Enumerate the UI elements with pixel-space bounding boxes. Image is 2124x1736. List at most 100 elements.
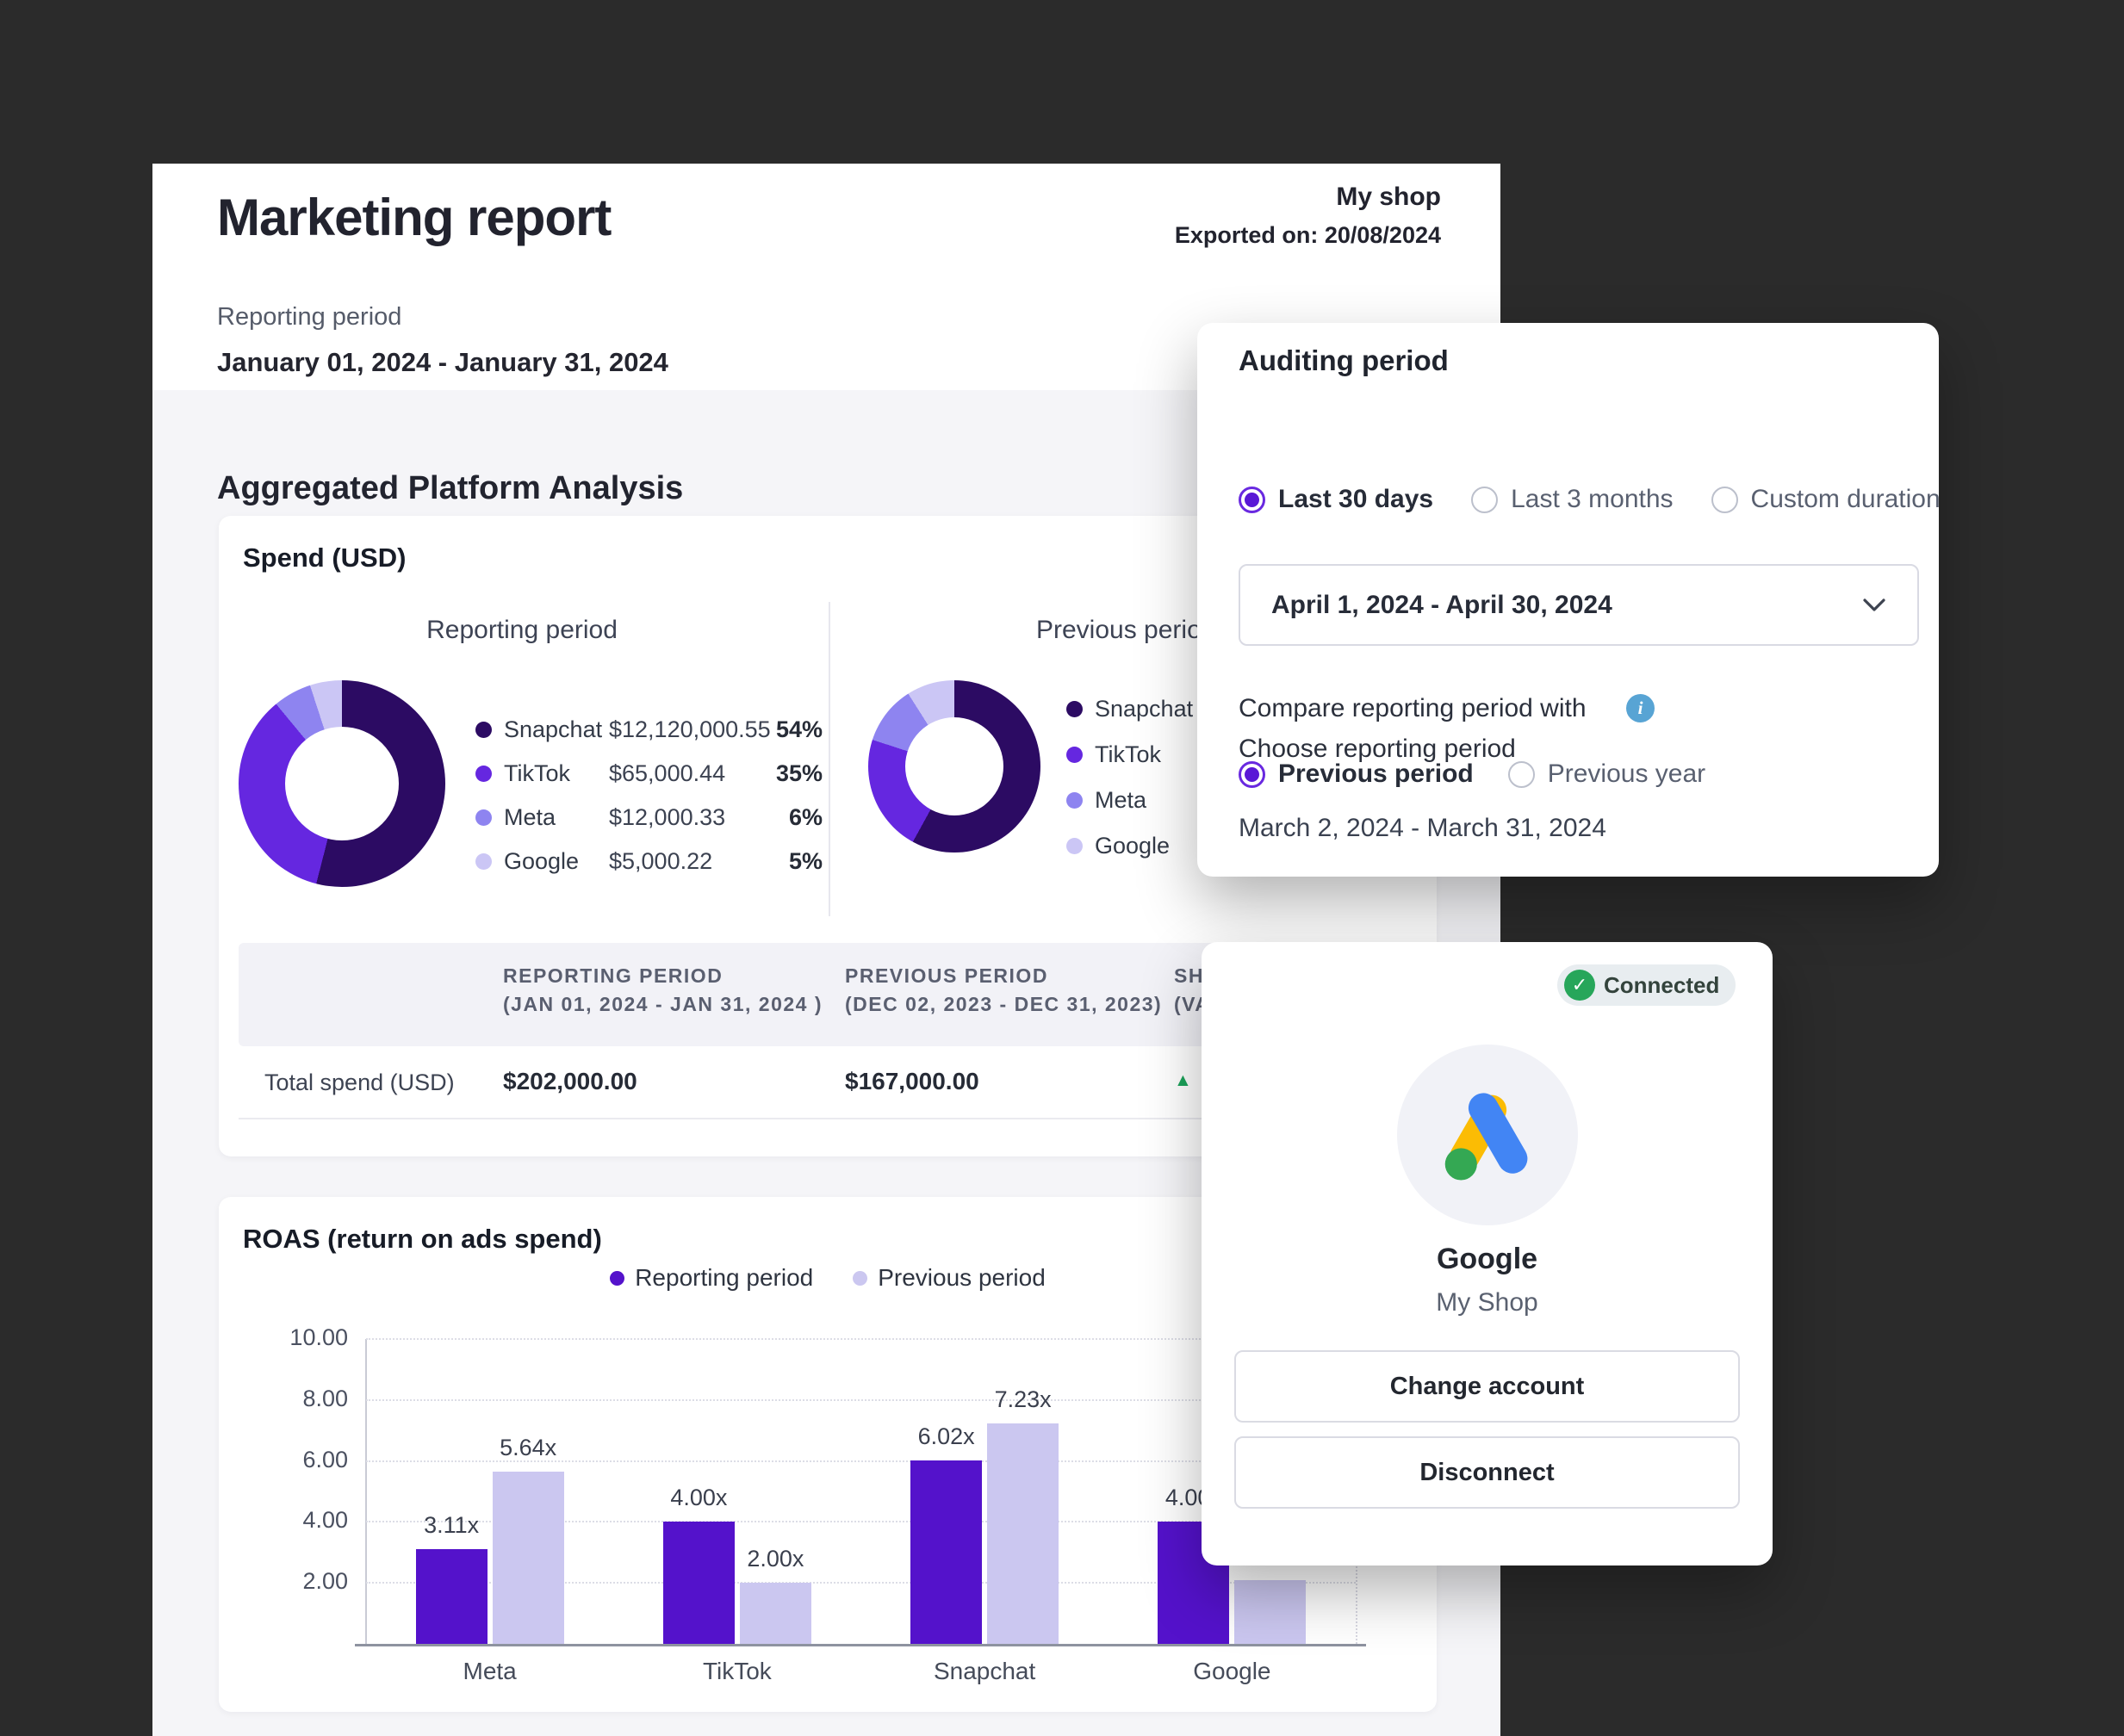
auditing-period-card: Auditing period Choose reporting period …: [1197, 323, 1939, 877]
x-axis-category-label: TikTok: [643, 1658, 832, 1685]
legend-percent: 54%: [769, 716, 823, 743]
reporting-period-dot-icon: [610, 1271, 624, 1286]
radio-label: Previous period: [1278, 760, 1474, 789]
radio-icon: [1239, 487, 1265, 513]
radio-icon: [1239, 761, 1265, 788]
legend-dot-icon: [1066, 838, 1083, 854]
radio-compare-previous-year[interactable]: Previous year: [1508, 760, 1705, 789]
roas-bar: [740, 1583, 811, 1644]
reporting-period-label: Reporting period: [217, 303, 401, 332]
google-ads-logo-circle: [1397, 1045, 1578, 1225]
date-range-value: April 1, 2024 - April 30, 2024: [1271, 591, 1612, 620]
legend-percent: 5%: [769, 848, 823, 875]
section-heading: Aggregated Platform Analysis: [217, 470, 683, 507]
legend-platform-label: Snapchat: [504, 716, 609, 743]
previous-period-dot-icon: [853, 1271, 867, 1286]
legend-item: Google: [1066, 830, 1193, 861]
y-axis-tick-label: 4.00: [302, 1507, 348, 1534]
google-connection-card: ✓ Connected Google My Shop Change accoun…: [1202, 942, 1773, 1566]
roas-y-axis-labels: 2.004.006.008.0010.00: [253, 1339, 348, 1644]
legend-value: $12,120,000.55: [609, 716, 769, 743]
roas-x-axis-line: [355, 1644, 1366, 1646]
change-account-button[interactable]: Change account: [1234, 1350, 1740, 1423]
radio-icon: [1471, 487, 1498, 513]
legend-platform-label: TikTok: [504, 760, 609, 787]
info-icon[interactable]: i: [1626, 694, 1655, 722]
reporting-period-donut-chart: [239, 680, 445, 887]
legend-dot-icon: [1066, 701, 1083, 717]
page-title: Marketing report: [217, 188, 611, 247]
check-circle-icon: ✓: [1564, 970, 1595, 1001]
roas-bar: [987, 1423, 1059, 1644]
legend-label: Reporting period: [635, 1264, 813, 1292]
legend-item: TikTok$65,000.4435%: [475, 756, 823, 790]
connected-status-badge: ✓ Connected: [1557, 964, 1736, 1006]
table-column-header: PREVIOUS PERIOD(DEC 02, 2023 - DEC 31, 2…: [845, 962, 1162, 1019]
compare-date-range: March 2, 2024 - March 31, 2024: [1239, 814, 1606, 843]
legend-platform-label: TikTok: [1095, 741, 1161, 768]
reporting-period-dates: January 01, 2024 - January 31, 2024: [217, 347, 668, 378]
bar-value-label: 7.23x: [950, 1386, 1096, 1413]
radio-label: Previous year: [1548, 760, 1705, 789]
legend-item: Google$5,000.225%: [475, 844, 823, 878]
roas-card-title: ROAS (return on ads spend): [243, 1224, 602, 1255]
legend-platform-label: Meta: [1095, 787, 1146, 814]
legend-value: $5,000.22: [609, 848, 769, 875]
table-header-line2: (DEC 02, 2023 - DEC 31, 2023): [845, 990, 1162, 1019]
trend-up-icon: ▲: [1174, 1070, 1192, 1091]
legend-platform-label: Snapchat: [1095, 696, 1193, 722]
shop-name: My shop: [1175, 183, 1441, 212]
radio-period-custom-duration[interactable]: Custom duration: [1711, 485, 1941, 514]
table-header-line1: REPORTING PERIOD: [503, 962, 823, 990]
legend-item: Meta$12,000.336%: [475, 800, 823, 834]
x-axis-category-label: Snapchat: [890, 1658, 1079, 1685]
legend-platform-label: Google: [504, 848, 609, 875]
y-axis-tick-label: 6.00: [302, 1447, 348, 1473]
radio-icon: [1508, 761, 1535, 788]
radio-label: Last 3 months: [1511, 485, 1673, 514]
previous-period-donut-chart: [868, 680, 1040, 852]
donut-hole: [905, 717, 1003, 815]
legend-item: Meta: [1066, 784, 1193, 815]
legend-platform-label: Meta: [504, 804, 609, 831]
reporting-period-chart-title: Reporting period: [423, 616, 621, 645]
chevron-down-icon: [1862, 598, 1886, 612]
table-cell-value: $167,000.00: [845, 1068, 979, 1095]
legend-dot-icon: [475, 766, 492, 782]
radio-label: Last 30 days: [1278, 485, 1433, 514]
legend-item: Snapchat$12,120,000.5554%: [475, 712, 823, 747]
roas-bar: [416, 1549, 488, 1644]
donut-hole: [285, 727, 399, 840]
x-axis-category-label: Meta: [395, 1658, 585, 1685]
radio-compare-previous-period[interactable]: Previous period: [1239, 760, 1474, 789]
exported-on: Exported on: 20/08/2024: [1175, 222, 1441, 249]
previous-period-donut-legend: Snapchat TikTok Meta Google: [1066, 693, 1193, 861]
legend-item-previous: Previous period: [853, 1264, 1046, 1292]
legend-dot-icon: [475, 809, 492, 826]
google-ads-logo-icon: [1432, 1082, 1543, 1187]
reporting-period-radio-group: Last 30 days Last 3 months Custom duration: [1239, 485, 1941, 514]
legend-dot-icon: [1066, 747, 1083, 763]
radio-label: Custom duration: [1751, 485, 1941, 514]
table-row-label: Total spend (USD): [264, 1070, 455, 1096]
y-axis-tick-label: 8.00: [302, 1386, 348, 1412]
radio-period-last-3-months[interactable]: Last 3 months: [1471, 485, 1673, 514]
previous-period-chart-title: Previous period: [1036, 616, 1215, 645]
legend-value: $12,000.33: [609, 804, 769, 831]
disconnect-button[interactable]: Disconnect: [1234, 1436, 1740, 1509]
bar-value-label: 5.64x: [455, 1435, 601, 1461]
legend-item-reporting: Reporting period: [610, 1264, 813, 1292]
table-header-line1: PREVIOUS PERIOD: [845, 962, 1162, 990]
roas-bar: [663, 1522, 735, 1644]
radio-icon: [1711, 487, 1738, 513]
legend-dot-icon: [475, 722, 492, 738]
auditing-card-title: Auditing period: [1239, 344, 1449, 377]
account-name: My Shop: [1202, 1288, 1773, 1318]
date-range-select[interactable]: April 1, 2024 - April 30, 2024: [1239, 564, 1919, 646]
legend-percent: 6%: [769, 804, 823, 831]
x-axis-category-label: Google: [1137, 1658, 1326, 1685]
legend-item: TikTok: [1066, 739, 1193, 770]
radio-period-last-30-days[interactable]: Last 30 days: [1239, 485, 1433, 514]
legend-item: Snapchat: [1066, 693, 1193, 724]
legend-platform-label: Google: [1095, 833, 1170, 859]
